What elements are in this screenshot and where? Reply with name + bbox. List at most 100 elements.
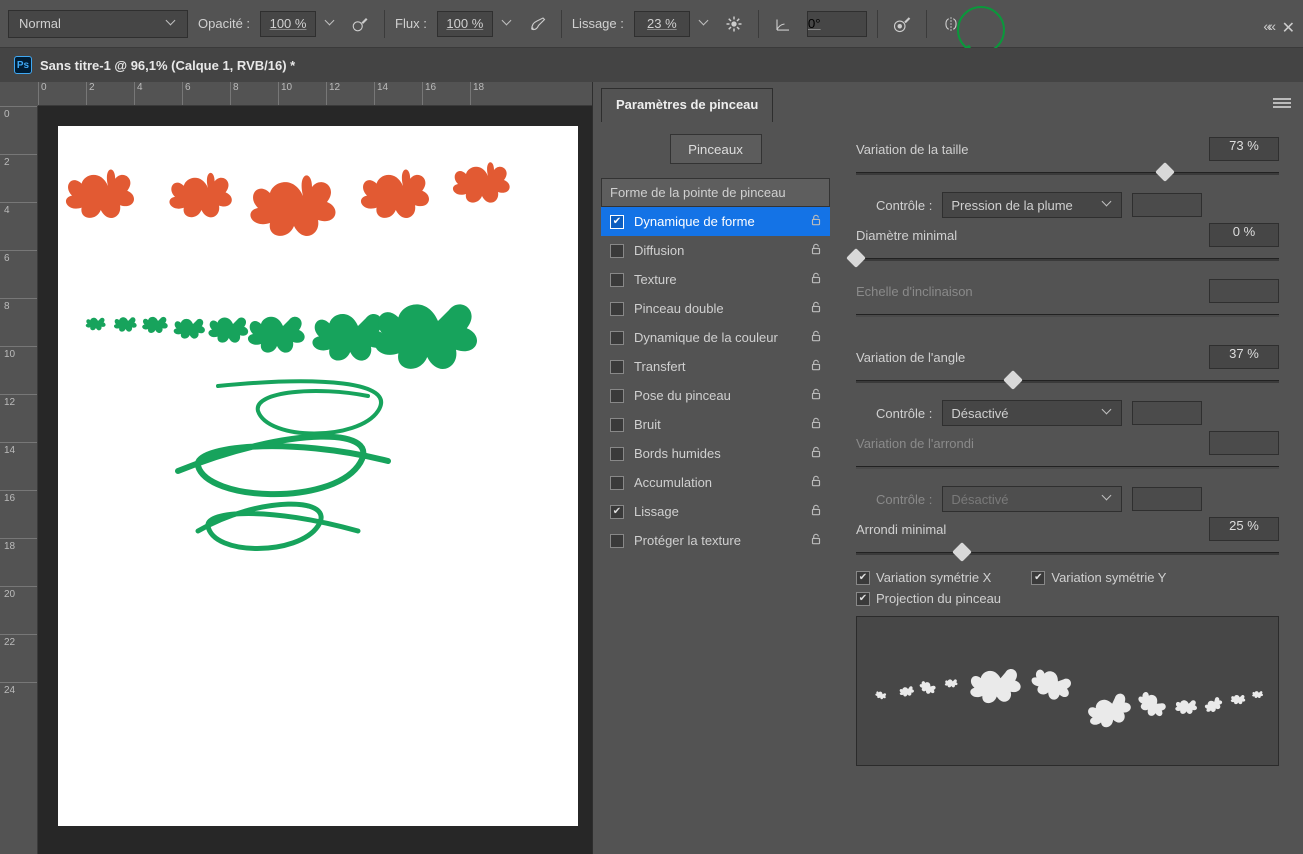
canvas[interactable] — [58, 126, 578, 826]
smoothing-options-button[interactable] — [720, 11, 748, 37]
checkbox-icon[interactable] — [610, 505, 624, 519]
lock-icon[interactable] — [809, 416, 823, 433]
tab-brush-settings[interactable]: Paramètres de pinceau — [601, 88, 773, 122]
opacity-chevron-icon[interactable] — [326, 19, 336, 29]
lock-icon[interactable] — [809, 445, 823, 462]
setting-label: Accumulation — [634, 475, 712, 490]
chevron-down-icon — [1103, 494, 1113, 504]
setting-bruit[interactable]: Bruit — [601, 410, 830, 439]
tilt-scale-slider — [856, 304, 1279, 326]
checkbox-icon[interactable] — [610, 534, 624, 548]
setting-dynamique-de-la-couleur[interactable]: Dynamique de la couleur — [601, 323, 830, 352]
smoothing-chevron-icon[interactable] — [700, 19, 710, 29]
panel-menu-icon[interactable] — [1273, 96, 1291, 110]
close-panel-icon[interactable]: ✕ — [1282, 18, 1295, 38]
brush-angle-input[interactable] — [807, 11, 867, 37]
setting-forme-de-la-pointe-de-pinceau[interactable]: Forme de la pointe de pinceau — [601, 178, 830, 207]
checkbox-icon — [1031, 571, 1045, 585]
setting-lissage[interactable]: Lissage — [601, 497, 830, 526]
control-label: Contrôle : — [876, 198, 932, 213]
checkbox-icon[interactable] — [610, 244, 624, 258]
lock-icon[interactable] — [809, 329, 823, 346]
ruler-tick: 2 — [86, 82, 134, 105]
airbrush-button[interactable] — [523, 11, 551, 37]
setting-label: Bords humides — [634, 446, 721, 461]
control-label: Contrôle : — [876, 492, 932, 507]
flip-x-label: Variation symétrie X — [876, 570, 991, 585]
angle-jitter-slider[interactable] — [856, 370, 1279, 392]
lock-icon[interactable] — [809, 474, 823, 491]
opacity-label: Opacité : — [198, 16, 250, 31]
setting-transfert[interactable]: Transfert — [601, 352, 830, 381]
flip-y-checkbox[interactable]: Variation symétrie Y — [1031, 570, 1166, 585]
ruler-tick: 12 — [326, 82, 374, 105]
setting-accumulation[interactable]: Accumulation — [601, 468, 830, 497]
pressure-size-button[interactable] — [888, 11, 916, 37]
setting-bords-humides[interactable]: Bords humides — [601, 439, 830, 468]
ruler-tick: 18 — [0, 538, 37, 586]
lock-icon[interactable] — [809, 387, 823, 404]
document-title: Sans titre-1 @ 96,1% (Calque 1, RVB/16) … — [40, 58, 295, 73]
flip-x-checkbox[interactable]: Variation symétrie X — [856, 570, 991, 585]
pressure-opacity-button[interactable] — [346, 11, 374, 37]
setting-pose-du-pinceau[interactable]: Pose du pinceau — [601, 381, 830, 410]
symmetry-button[interactable] — [937, 11, 965, 37]
setting-pinceau-double[interactable]: Pinceau double — [601, 294, 830, 323]
shape-dynamics-params: Variation de la taille 73 % Contrôle : P… — [838, 122, 1303, 854]
size-control-select[interactable]: Pression de la plume — [942, 192, 1122, 218]
photoshop-icon: Ps — [14, 56, 32, 74]
lock-icon[interactable] — [809, 358, 823, 375]
lock-icon[interactable] — [809, 242, 823, 259]
setting-label: Lissage — [634, 504, 679, 519]
lock-icon[interactable] — [809, 300, 823, 317]
tilt-scale-value — [1209, 279, 1279, 303]
setting-diffusion[interactable]: Diffusion — [601, 236, 830, 265]
blend-mode-select[interactable]: Normal — [8, 10, 188, 38]
collapse-panels-icon[interactable]: «« — [1263, 18, 1273, 34]
setting-prot-ger-la-texture[interactable]: Protéger la texture — [601, 526, 830, 555]
checkbox-icon[interactable] — [610, 418, 624, 432]
min-roundness-value[interactable]: 25 % — [1209, 517, 1279, 541]
size-jitter-value[interactable]: 73 % — [1209, 137, 1279, 161]
lock-icon[interactable] — [809, 271, 823, 288]
angle-control-select[interactable]: Désactivé — [942, 400, 1122, 426]
min-roundness-slider[interactable] — [856, 542, 1279, 564]
checkbox-icon[interactable] — [610, 476, 624, 490]
ruler-tick: 4 — [134, 82, 182, 105]
lock-icon[interactable] — [809, 503, 823, 520]
size-jitter-slider[interactable] — [856, 162, 1279, 184]
opacity-value[interactable]: 100 % — [260, 11, 316, 37]
ruler-tick: 20 — [0, 586, 37, 634]
ruler-tick: 8 — [0, 298, 37, 346]
setting-dynamique-de-forme[interactable]: Dynamique de forme — [601, 207, 830, 236]
ruler-tick: 18 — [470, 82, 518, 105]
checkbox-icon[interactable] — [610, 273, 624, 287]
separator — [758, 10, 759, 38]
angle-jitter-value[interactable]: 37 % — [1209, 345, 1279, 369]
checkbox-icon[interactable] — [610, 331, 624, 345]
checkbox-icon[interactable] — [610, 302, 624, 316]
lock-icon[interactable] — [809, 213, 823, 230]
flow-chevron-icon[interactable] — [503, 19, 513, 29]
lock-icon[interactable] — [809, 532, 823, 549]
separator — [926, 10, 927, 38]
roundness-jitter-label: Variation de l'arrondi — [856, 436, 1199, 451]
angle-icon — [769, 11, 797, 37]
min-diameter-value[interactable]: 0 % — [1209, 223, 1279, 247]
flow-label: Flux : — [395, 16, 427, 31]
flow-value[interactable]: 100 % — [437, 11, 493, 37]
checkbox-icon[interactable] — [610, 360, 624, 374]
setting-texture[interactable]: Texture — [601, 265, 830, 294]
ruler-tick: 6 — [0, 250, 37, 298]
checkbox-icon[interactable] — [610, 389, 624, 403]
checkbox-icon[interactable] — [610, 447, 624, 461]
checkbox-icon[interactable] — [610, 215, 624, 229]
chevron-down-icon — [167, 19, 177, 29]
smoothing-label: Lissage : — [572, 16, 624, 31]
brushes-button[interactable]: Pinceaux — [670, 134, 762, 164]
document-tab[interactable]: Ps Sans titre-1 @ 96,1% (Calque 1, RVB/1… — [0, 48, 1303, 82]
smoothing-value[interactable]: 23 % — [634, 11, 690, 37]
min-diameter-slider[interactable] — [856, 248, 1279, 270]
tilt-scale-label: Echelle d'inclinaison — [856, 284, 1199, 299]
brush-projection-checkbox[interactable]: Projection du pinceau — [856, 591, 1279, 606]
